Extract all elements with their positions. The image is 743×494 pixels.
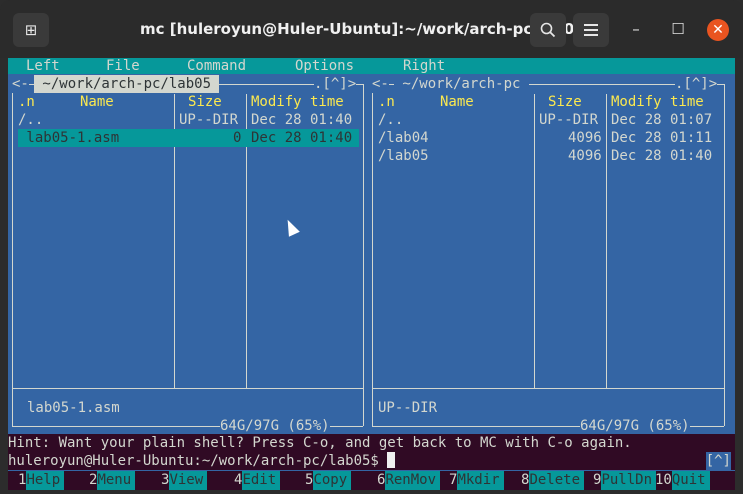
fkey-quit[interactable]: 10Quit <box>655 471 710 490</box>
panel-border <box>12 84 13 426</box>
list-item-name[interactable]: lab05-1.asm <box>18 129 119 147</box>
text-cursor <box>387 452 396 468</box>
list-item-modify: Dec 28 01:11 <box>611 130 713 146</box>
list-item-modify: Dec 28 01:40 <box>251 112 353 128</box>
menu-options[interactable]: Options <box>295 58 354 74</box>
list-item-name[interactable]: /.. <box>18 111 43 129</box>
left-panel-path[interactable]: ~/work/arch-pc/lab05 <box>34 75 220 93</box>
window-titlebar: ⊞ mc [huleroyun@Huler-Ubuntu]:~/work/arc… <box>0 0 743 58</box>
right-panel-path[interactable]: ~/work/arch-pc <box>394 75 529 93</box>
fkey-edit[interactable]: 4Edit <box>234 471 281 490</box>
fkey-help[interactable]: 1Help <box>18 471 65 490</box>
hint-line: Hint: Want your plain shell? Press C-o, … <box>8 434 735 452</box>
header-n[interactable]: .n <box>18 93 35 111</box>
window-title: mc [huleroyun@Huler-Ubuntu]:~/work/arch-… <box>140 20 585 38</box>
fkey-view[interactable]: 3View <box>161 471 208 490</box>
hamburger-icon <box>584 24 598 36</box>
header-modify[interactable]: Modify time <box>611 93 704 111</box>
menu-left[interactable]: Left <box>26 58 60 74</box>
panel-corner-right[interactable]: .[^]> <box>314 75 357 93</box>
search-icon <box>540 22 556 38</box>
fkey-renmov[interactable]: 6RenMov <box>377 471 441 490</box>
list-item-modify: Dec 28 01:40 <box>611 148 713 164</box>
menu-file[interactable]: File <box>106 58 140 74</box>
prompt-text: huleroyun@Huler-Ubuntu:~/work/arch-pc/la… <box>8 453 388 469</box>
minimize-button[interactable]: – <box>626 20 646 38</box>
list-item-name[interactable]: /lab05 <box>378 147 429 165</box>
panel-corner-left: <- <box>12 75 29 93</box>
fkey-copy[interactable]: 5Copy <box>305 471 352 490</box>
column-separator <box>606 94 607 388</box>
menu-button[interactable] <box>573 13 609 47</box>
list-item-modify: Dec 28 01:07 <box>611 112 713 128</box>
panel-border <box>372 84 373 426</box>
fkey-mkdir[interactable]: 7Mkdir <box>449 471 504 490</box>
list-item-modify: Dec 28 01:40 <box>251 130 353 146</box>
header-name[interactable]: Name <box>80 93 114 111</box>
header-size[interactable]: Size <box>548 93 582 111</box>
right-panel-status: UP--DIR <box>378 400 438 416</box>
terminal[interactable]: Left File Command Options Right <- ~/wor… <box>8 58 735 490</box>
left-panel-status: lab05-1.asm <box>27 400 120 416</box>
list-item-name[interactable]: /.. <box>378 111 403 129</box>
left-panel-disk: 64G/97G (65%) <box>220 417 330 435</box>
fkey-pulldn[interactable]: 9PullDn <box>593 471 657 490</box>
list-item-size: UP--DIR <box>179 112 239 128</box>
maximize-button[interactable]: ☐ <box>668 20 688 38</box>
right-panel-disk: 64G/97G (65%) <box>580 417 690 435</box>
panel-corner-left: <- <box>372 75 389 93</box>
list-item-size: 4096 <box>568 130 602 146</box>
header-name[interactable]: Name <box>440 93 474 111</box>
panel-divider <box>12 388 363 389</box>
new-tab-button[interactable]: ⊞ <box>13 13 49 47</box>
fkey-delete[interactable]: 8Delete <box>521 471 585 490</box>
close-button[interactable]: ✕ <box>707 19 729 41</box>
shell-prompt[interactable]: huleroyun@Huler-Ubuntu:~/work/arch-pc/la… <box>8 452 735 470</box>
mc-menubar: Left File Command Options Right <box>8 58 735 74</box>
prompt-history-button[interactable]: [^] <box>705 452 731 470</box>
panel-corner-right[interactable]: .[^]> <box>675 75 718 93</box>
header-size[interactable]: Size <box>188 93 222 111</box>
search-button[interactable] <box>530 13 566 47</box>
fkey-menu[interactable]: 2Menu <box>89 471 136 490</box>
new-tab-icon: ⊞ <box>24 21 38 39</box>
list-item-size: 4096 <box>568 148 602 164</box>
column-separator <box>534 94 535 388</box>
panel-border <box>363 84 364 426</box>
function-key-bar: 1Help 2Menu 3View 4Edit 5Copy 6RenMov 7M… <box>8 471 735 490</box>
panel-border <box>724 84 725 426</box>
list-item-size: UP--DIR <box>539 112 599 128</box>
header-modify[interactable]: Modify time <box>251 93 344 111</box>
menu-right[interactable]: Right <box>403 58 445 74</box>
list-item-size: 0 <box>233 130 242 146</box>
menu-command[interactable]: Command <box>187 58 246 74</box>
panel-divider <box>372 388 724 389</box>
header-n[interactable]: .n <box>378 93 395 111</box>
list-item-name[interactable]: /lab04 <box>378 129 429 147</box>
